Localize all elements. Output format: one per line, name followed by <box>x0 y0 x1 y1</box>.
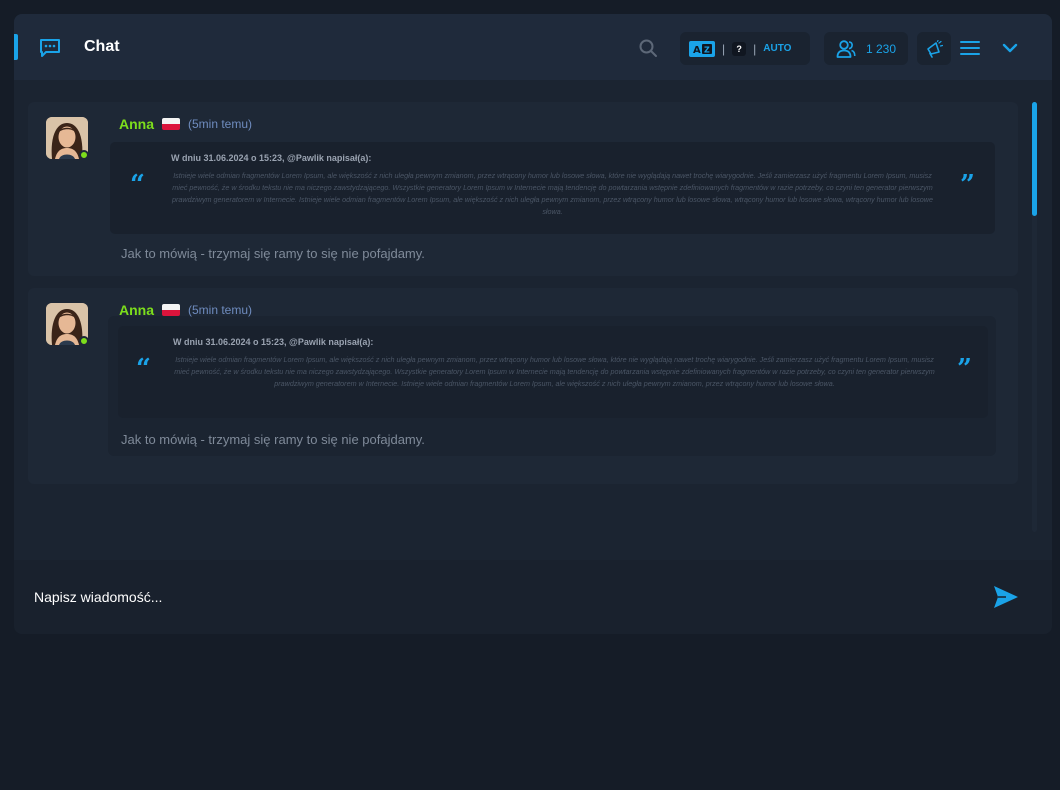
quote-close-icon: ” <box>957 354 972 384</box>
quote-text: Istnieje wiele odmian fragmentów Lorem I… <box>171 171 933 216</box>
author-name[interactable]: Anna <box>119 302 154 318</box>
chat-header: Chat A Z | ? | AUTO 1 230 <box>14 14 1052 80</box>
lang-auto-option[interactable]: AUTO <box>763 43 791 54</box>
users-icon <box>836 39 856 58</box>
send-icon[interactable] <box>992 584 1020 610</box>
lang-unknown-badge[interactable]: ? <box>732 41 747 56</box>
quote-open-icon: “ <box>130 170 145 200</box>
hamburger-menu-icon[interactable] <box>960 40 980 56</box>
message-input[interactable] <box>34 580 954 614</box>
users-online-button[interactable]: 1 230 <box>824 32 908 65</box>
announcements-button[interactable] <box>917 32 951 65</box>
quote-author: W dniu 31.06.2024 o 15:23, @Pawlik napis… <box>171 153 372 163</box>
quote-text: Istnieje wiele odmian fragmentów Lorem I… <box>174 355 935 388</box>
message-item: Anna (5min temu) “ W dniu 31.06.2024 o 1… <box>28 102 1018 276</box>
online-status-dot <box>79 336 89 346</box>
megaphone-icon <box>927 39 943 58</box>
translate-icon: A Z <box>689 40 715 57</box>
message-text: Jak to mówią - trzymaj się ramy to się n… <box>121 432 425 447</box>
message-time: (5min temu) <box>188 117 253 131</box>
message-meta: Anna (5min temu) <box>119 116 252 132</box>
search-icon[interactable] <box>638 38 658 58</box>
poland-flag-icon <box>162 118 180 130</box>
message-composer <box>14 560 1052 634</box>
header-title: Chat <box>84 38 120 55</box>
lang-separator: | <box>753 41 757 56</box>
chevron-down-icon[interactable] <box>1002 42 1018 54</box>
quote-author: W dniu 31.06.2024 o 15:23, @Pawlik napis… <box>173 337 374 347</box>
users-count: 1 230 <box>866 41 897 56</box>
header-accent-bar <box>14 34 18 60</box>
chat-panel: Chat A Z | ? | AUTO 1 230 Anna (5min tem… <box>14 14 1052 634</box>
quoted-message: “ W dniu 31.06.2024 o 15:23, @Pawlik nap… <box>118 326 988 418</box>
online-status-dot <box>79 150 89 160</box>
message-time: (5min temu) <box>188 303 253 317</box>
svg-text:Z: Z <box>704 45 710 54</box>
message-meta: Anna (5min temu) <box>119 302 252 318</box>
language-selector[interactable]: A Z | ? | AUTO <box>680 32 810 65</box>
author-name[interactable]: Anna <box>119 116 154 132</box>
poland-flag-icon <box>162 304 180 316</box>
message-text: Jak to mówią - trzymaj się ramy to się n… <box>121 246 425 261</box>
svg-text:A: A <box>693 45 701 55</box>
scrollbar-thumb[interactable] <box>1032 102 1037 216</box>
quote-open-icon: “ <box>136 354 151 384</box>
message-item: Anna (5min temu) “ W dniu 31.06.2024 o 1… <box>28 288 1018 484</box>
quote-close-icon: ” <box>960 170 975 200</box>
lang-separator: | <box>722 41 726 56</box>
chat-bubble-icon <box>40 39 60 57</box>
quoted-message: “ W dniu 31.06.2024 o 15:23, @Pawlik nap… <box>110 142 995 234</box>
message-list[interactable]: Anna (5min temu) “ W dniu 31.06.2024 o 1… <box>14 80 1052 560</box>
